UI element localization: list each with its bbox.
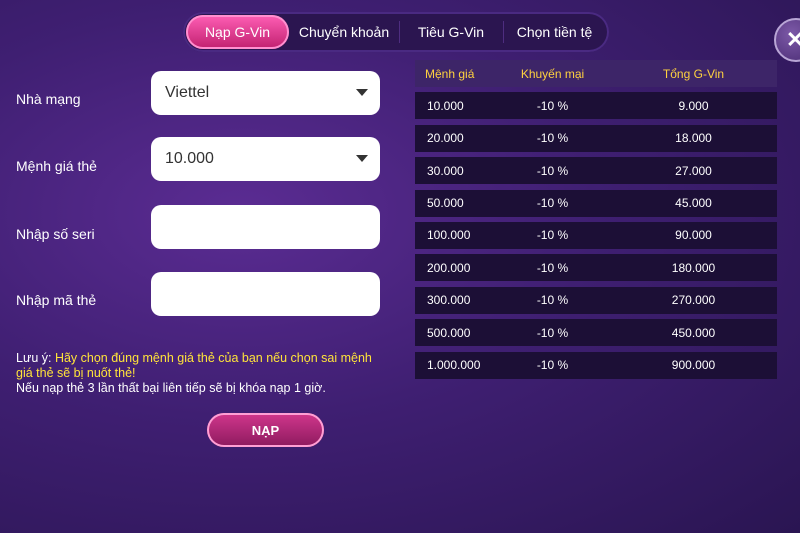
network-label: Nhà mạng xyxy=(16,91,81,107)
network-select[interactable]: Viettel xyxy=(151,71,380,115)
cell-total: 270.000 xyxy=(671,293,716,308)
table-row: 30.000 -10 % 27.000 xyxy=(415,157,777,185)
denomination-label: Mệnh giá thẻ xyxy=(16,158,97,174)
cell-promotion: -10 % xyxy=(536,293,569,308)
cell-denomination: 100.000 xyxy=(427,228,471,243)
table-row: 10.000 -10 % 9.000 xyxy=(415,92,777,120)
close-icon: ✕ xyxy=(786,27,800,52)
notice-warning: Hãy chọn đúng mệnh giá thẻ của bạn nếu c… xyxy=(16,351,372,380)
code-label: Nhập mã thẻ xyxy=(16,292,97,308)
header-promotion: Khuyến mại xyxy=(520,66,585,81)
cell-denomination: 500.000 xyxy=(427,325,471,340)
cell-total: 18.000 xyxy=(675,131,712,146)
cell-denomination: 10.000 xyxy=(427,98,464,113)
tab-bar: Nạp G-Vin Chuyển khoản Tiêu G-Vin Chọn t… xyxy=(183,12,609,52)
cell-denomination: 1.000.000 xyxy=(427,358,481,373)
cell-total: 90.000 xyxy=(675,228,712,243)
cell-denomination: 200.000 xyxy=(427,260,471,275)
notice: Lưu ý: Hãy chọn đúng mệnh giá thẻ của bạ… xyxy=(16,351,386,396)
tab-tieu-gvin[interactable]: Tiêu G-Vin xyxy=(399,15,503,49)
cell-denomination: 30.000 xyxy=(427,163,464,178)
cell-promotion: -10 % xyxy=(536,358,569,373)
denomination-select[interactable]: 10.000 xyxy=(151,137,380,181)
table-row: 50.000 -10 % 45.000 xyxy=(415,189,777,217)
cell-promotion: -10 % xyxy=(536,98,569,113)
cell-promotion: -10 % xyxy=(536,260,569,275)
table-row: 200.000 -10 % 180.000 xyxy=(415,254,777,282)
cell-total: 450.000 xyxy=(671,325,716,340)
denomination-value: 10.000 xyxy=(165,150,214,167)
chevron-down-icon xyxy=(356,155,368,162)
table-header: Mệnh giá Khuyến mại Tổng G-Vin xyxy=(415,60,777,87)
chevron-down-icon xyxy=(356,89,368,96)
cell-promotion: -10 % xyxy=(536,325,569,340)
table-row: 300.000 -10 % 270.000 xyxy=(415,286,777,314)
serial-input[interactable] xyxy=(151,205,380,249)
notice-lock: Nếu nạp thẻ 3 lần thất bại liên tiếp sẽ … xyxy=(16,381,326,395)
cell-promotion: -10 % xyxy=(536,196,569,211)
table-row: 500.000 -10 % 450.000 xyxy=(415,319,777,347)
table-row: 1.000.000 -10 % 900.000 xyxy=(415,351,777,379)
table-row: 100.000 -10 % 90.000 xyxy=(415,221,777,249)
cell-denomination: 50.000 xyxy=(427,196,464,211)
cell-total: 900.000 xyxy=(671,358,716,373)
tab-chon-tien-te[interactable]: Chọn tiền tệ xyxy=(503,15,606,49)
tab-chuyen-khoan[interactable]: Chuyển khoản xyxy=(289,15,399,49)
header-total: Tổng G-Vin xyxy=(662,66,725,81)
serial-label: Nhập số seri xyxy=(16,226,95,242)
cell-total: 180.000 xyxy=(671,260,716,275)
notice-prefix: Lưu ý: xyxy=(16,351,55,365)
cell-promotion: -10 % xyxy=(536,228,569,243)
header-denomination: Mệnh giá xyxy=(425,66,475,81)
tab-nap-gvin[interactable]: Nạp G-Vin xyxy=(186,15,289,49)
code-input[interactable] xyxy=(151,272,380,316)
submit-button[interactable]: NẠP xyxy=(207,413,324,447)
cell-denomination: 300.000 xyxy=(427,293,471,308)
cell-total: 9.000 xyxy=(678,98,709,113)
rate-table: Mệnh giá Khuyến mại Tổng G-Vin 10.000 -10… xyxy=(415,60,777,379)
cell-denomination: 20.000 xyxy=(427,131,464,146)
cell-total: 45.000 xyxy=(675,196,712,211)
network-value: Viettel xyxy=(165,84,210,101)
cell-promotion: -10 % xyxy=(536,163,569,178)
close-button[interactable]: ✕ xyxy=(774,18,800,62)
cell-promotion: -10 % xyxy=(536,131,569,146)
cell-total: 27.000 xyxy=(675,163,712,178)
table-row: 20.000 -10 % 18.000 xyxy=(415,124,777,152)
